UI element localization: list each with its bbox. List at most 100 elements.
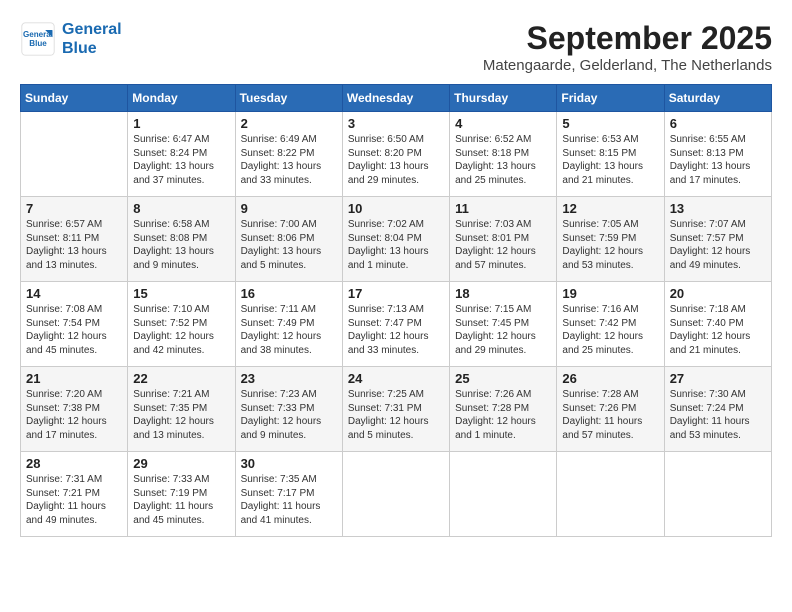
day-number: 26	[562, 371, 658, 386]
day-number: 16	[241, 286, 337, 301]
calendar-cell: 10 Sunrise: 7:02 AM Sunset: 8:04 PM Dayli…	[342, 197, 449, 282]
calendar-cell: 21Sunrise: 7:20 AM Sunset: 7:38 PM Dayli…	[21, 367, 128, 452]
day-info: Sunrise: 6:58 AM Sunset: 8:08 PM Dayligh…	[133, 218, 229, 272]
day-info: Sunrise: 7:15 AM Sunset: 7:45 PM Dayligh…	[455, 303, 551, 357]
calendar-cell: 23 Sunrise: 7:23 AM Sunset: 7:33 PM Dayli…	[235, 367, 342, 452]
calendar-cell: 24 Sunrise: 7:25 AM Sunset: 7:31 PM Dayli…	[342, 367, 449, 452]
calendar-cell: 4 Sunrise: 6:52 AM Sunset: 8:18 PM Daylig…	[450, 112, 557, 197]
day-number: 23	[241, 371, 337, 386]
day-info: Sunrise: 7:33 AM Sunset: 7:19 PM Dayligh…	[133, 473, 229, 527]
calendar-cell: 22 Sunrise: 7:21 AM Sunset: 7:35 PM Dayli…	[128, 367, 235, 452]
calendar-week-2: 7 Sunrise: 6:57 AM Sunset: 8:11 PM Daylig…	[21, 197, 772, 282]
weekday-header-monday: Monday	[128, 85, 235, 112]
day-number: 11	[455, 201, 551, 216]
weekday-header-friday: Friday	[557, 85, 664, 112]
calendar-cell: 6 Sunrise: 6:55 AM Sunset: 8:13 PM Daylig…	[664, 112, 771, 197]
day-info: Sunrise: 7:07 AM Sunset: 7:57 PM Dayligh…	[670, 218, 766, 272]
day-number: 25	[455, 371, 551, 386]
day-info: Sunrise: 7:05 AM Sunset: 7:59 PM Dayligh…	[562, 218, 658, 272]
day-info: Sunrise: 6:53 AM Sunset: 8:15 PM Dayligh…	[562, 133, 658, 187]
calendar-cell: 1 Sunrise: 6:47 AM Sunset: 8:24 PM Daylig…	[128, 112, 235, 197]
day-info: Sunrise: 7:03 AM Sunset: 8:01 PM Dayligh…	[455, 218, 551, 272]
day-info: Sunrise: 7:16 AM Sunset: 7:42 PM Dayligh…	[562, 303, 658, 357]
day-info: Sunrise: 7:23 AM Sunset: 7:33 PM Dayligh…	[241, 388, 337, 442]
calendar-cell: 7 Sunrise: 6:57 AM Sunset: 8:11 PM Daylig…	[21, 197, 128, 282]
calendar-cell: 15 Sunrise: 7:10 AM Sunset: 7:52 PM Dayli…	[128, 282, 235, 367]
calendar-cell: 30 Sunrise: 7:35 AM Sunset: 7:17 PM Dayli…	[235, 452, 342, 537]
logo-icon: General Blue	[20, 21, 56, 57]
day-info: Sunrise: 6:50 AM Sunset: 8:20 PM Dayligh…	[348, 133, 444, 187]
weekday-header-thursday: Thursday	[450, 85, 557, 112]
day-number: 30	[241, 456, 337, 471]
month-title: September 2025	[483, 20, 772, 57]
calendar-cell: 3Sunrise: 6:50 AM Sunset: 8:20 PM Daylig…	[342, 112, 449, 197]
calendar-week-1: 1 Sunrise: 6:47 AM Sunset: 8:24 PM Daylig…	[21, 112, 772, 197]
day-number: 6	[670, 116, 766, 131]
day-number: 18	[455, 286, 551, 301]
location-title: Matengaarde, Gelderland, The Netherlands	[483, 57, 772, 74]
day-number: 4	[455, 116, 551, 131]
calendar-cell: 13 Sunrise: 7:07 AM Sunset: 7:57 PM Dayli…	[664, 197, 771, 282]
calendar-cell: 8 Sunrise: 6:58 AM Sunset: 8:08 PM Daylig…	[128, 197, 235, 282]
calendar-week-3: 14Sunrise: 7:08 AM Sunset: 7:54 PM Dayli…	[21, 282, 772, 367]
day-number: 27	[670, 371, 766, 386]
day-info: Sunrise: 7:10 AM Sunset: 7:52 PM Dayligh…	[133, 303, 229, 357]
calendar-cell: 20 Sunrise: 7:18 AM Sunset: 7:40 PM Dayli…	[664, 282, 771, 367]
day-info: Sunrise: 7:20 AM Sunset: 7:38 PM Dayligh…	[26, 388, 122, 442]
day-number: 13	[670, 201, 766, 216]
day-info: Sunrise: 7:25 AM Sunset: 7:31 PM Dayligh…	[348, 388, 444, 442]
calendar-cell: 19 Sunrise: 7:16 AM Sunset: 7:42 PM Dayli…	[557, 282, 664, 367]
calendar-week-5: 28Sunrise: 7:31 AM Sunset: 7:21 PM Dayli…	[21, 452, 772, 537]
day-number: 22	[133, 371, 229, 386]
day-number: 12	[562, 201, 658, 216]
page-header: General Blue General Blue September 2025…	[20, 20, 772, 74]
day-info: Sunrise: 6:49 AM Sunset: 8:22 PM Dayligh…	[241, 133, 337, 187]
calendar-cell	[664, 452, 771, 537]
calendar-cell: 14Sunrise: 7:08 AM Sunset: 7:54 PM Dayli…	[21, 282, 128, 367]
calendar-cell: 11 Sunrise: 7:03 AM Sunset: 8:01 PM Dayli…	[450, 197, 557, 282]
day-info: Sunrise: 7:02 AM Sunset: 8:04 PM Dayligh…	[348, 218, 444, 272]
day-info: Sunrise: 7:08 AM Sunset: 7:54 PM Dayligh…	[26, 303, 122, 357]
day-number: 2	[241, 116, 337, 131]
calendar-cell: 26 Sunrise: 7:28 AM Sunset: 7:26 PM Dayli…	[557, 367, 664, 452]
day-number: 20	[670, 286, 766, 301]
title-block: September 2025 Matengaarde, Gelderland, …	[483, 20, 772, 74]
day-info: Sunrise: 7:35 AM Sunset: 7:17 PM Dayligh…	[241, 473, 337, 527]
day-info: Sunrise: 7:26 AM Sunset: 7:28 PM Dayligh…	[455, 388, 551, 442]
day-number: 24	[348, 371, 444, 386]
day-number: 5	[562, 116, 658, 131]
logo: General Blue General Blue	[20, 20, 122, 58]
day-info: Sunrise: 6:52 AM Sunset: 8:18 PM Dayligh…	[455, 133, 551, 187]
day-number: 10	[348, 201, 444, 216]
calendar-cell	[21, 112, 128, 197]
weekday-header-tuesday: Tuesday	[235, 85, 342, 112]
calendar-cell: 12 Sunrise: 7:05 AM Sunset: 7:59 PM Dayli…	[557, 197, 664, 282]
day-number: 19	[562, 286, 658, 301]
day-info: Sunrise: 6:47 AM Sunset: 8:24 PM Dayligh…	[133, 133, 229, 187]
calendar-cell	[557, 452, 664, 537]
day-info: Sunrise: 6:55 AM Sunset: 8:13 PM Dayligh…	[670, 133, 766, 187]
day-info: Sunrise: 6:57 AM Sunset: 8:11 PM Dayligh…	[26, 218, 122, 272]
day-number: 28	[26, 456, 122, 471]
day-info: Sunrise: 7:28 AM Sunset: 7:26 PM Dayligh…	[562, 388, 658, 442]
day-number: 29	[133, 456, 229, 471]
calendar-cell: 29 Sunrise: 7:33 AM Sunset: 7:19 PM Dayli…	[128, 452, 235, 537]
logo-text: General Blue	[62, 20, 122, 58]
weekday-header-row: SundayMondayTuesdayWednesdayThursdayFrid…	[21, 85, 772, 112]
day-info: Sunrise: 7:00 AM Sunset: 8:06 PM Dayligh…	[241, 218, 337, 272]
day-number: 1	[133, 116, 229, 131]
calendar-cell: 27Sunrise: 7:30 AM Sunset: 7:24 PM Dayli…	[664, 367, 771, 452]
weekday-header-saturday: Saturday	[664, 85, 771, 112]
day-info: Sunrise: 7:21 AM Sunset: 7:35 PM Dayligh…	[133, 388, 229, 442]
calendar-cell: 5 Sunrise: 6:53 AM Sunset: 8:15 PM Daylig…	[557, 112, 664, 197]
day-info: Sunrise: 7:18 AM Sunset: 7:40 PM Dayligh…	[670, 303, 766, 357]
calendar-cell: 18 Sunrise: 7:15 AM Sunset: 7:45 PM Dayli…	[450, 282, 557, 367]
day-number: 8	[133, 201, 229, 216]
day-number: 7	[26, 201, 122, 216]
calendar-cell: 16Sunrise: 7:11 AM Sunset: 7:49 PM Dayli…	[235, 282, 342, 367]
calendar-cell: 28Sunrise: 7:31 AM Sunset: 7:21 PM Dayli…	[21, 452, 128, 537]
day-number: 15	[133, 286, 229, 301]
calendar-cell: 17Sunrise: 7:13 AM Sunset: 7:47 PM Dayli…	[342, 282, 449, 367]
calendar-table: SundayMondayTuesdayWednesdayThursdayFrid…	[20, 84, 772, 537]
calendar-cell: 9Sunrise: 7:00 AM Sunset: 8:06 PM Daylig…	[235, 197, 342, 282]
